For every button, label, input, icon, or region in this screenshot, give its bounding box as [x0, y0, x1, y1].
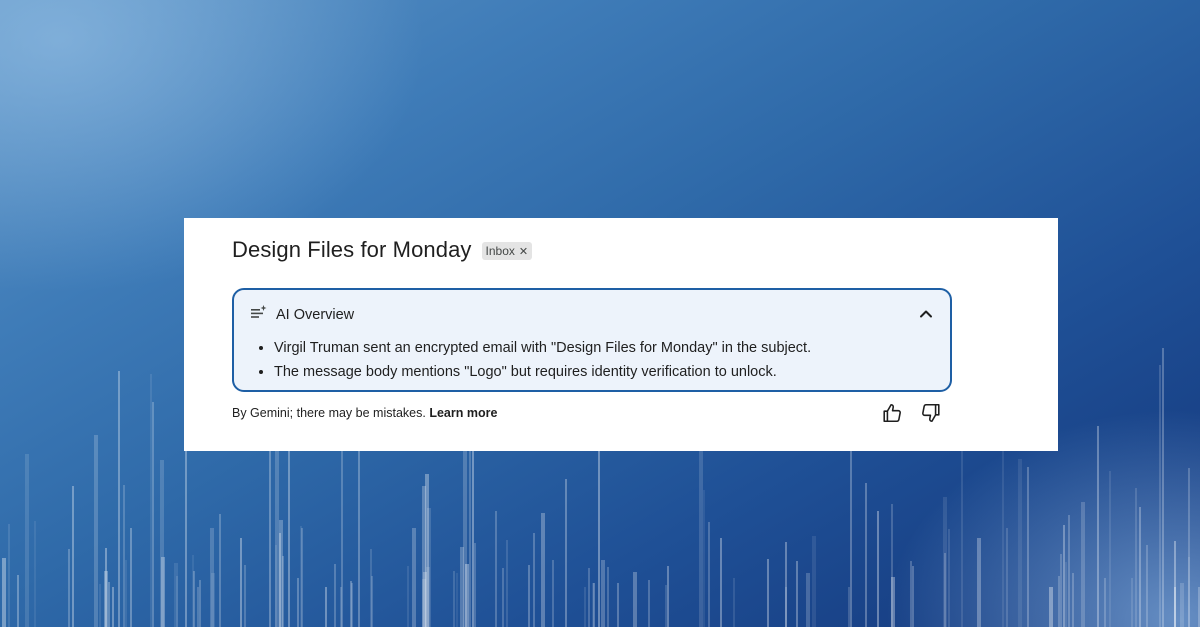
thumbs-up-icon[interactable]	[881, 402, 903, 424]
inbox-label-chip[interactable]: Inbox ✕	[481, 242, 533, 260]
ai-overview-panel: AI Overview Virgil Truman sent an encryp…	[232, 288, 952, 392]
email-card: Design Files for Monday Inbox ✕ AI Overv…	[184, 218, 1058, 451]
disclaimer-text: By Gemini; there may be mistakes.	[232, 406, 426, 420]
thumbs-down-icon[interactable]	[920, 402, 942, 424]
email-subject: Design Files for Monday	[232, 237, 472, 262]
close-icon[interactable]: ✕	[519, 245, 528, 258]
gemini-disclaimer: By Gemini; there may be mistakes. Learn …	[232, 406, 497, 420]
chevron-up-icon[interactable]	[916, 304, 936, 324]
sparkle-list-icon	[250, 304, 268, 325]
summary-bullet: Virgil Truman sent an encrypted email wi…	[274, 336, 811, 360]
ai-overview-title: AI Overview	[276, 306, 355, 323]
summary-bullet: The message body mentions "Logo" but req…	[274, 360, 811, 384]
inbox-label-text: Inbox	[485, 244, 515, 258]
ai-overview-summary-list: Virgil Truman sent an encrypted email wi…	[256, 336, 811, 384]
learn-more-link[interactable]: Learn more	[429, 406, 497, 420]
ai-overview-header[interactable]: AI Overview	[250, 304, 354, 325]
subject-row: Design Files for Monday Inbox ✕	[232, 237, 533, 263]
